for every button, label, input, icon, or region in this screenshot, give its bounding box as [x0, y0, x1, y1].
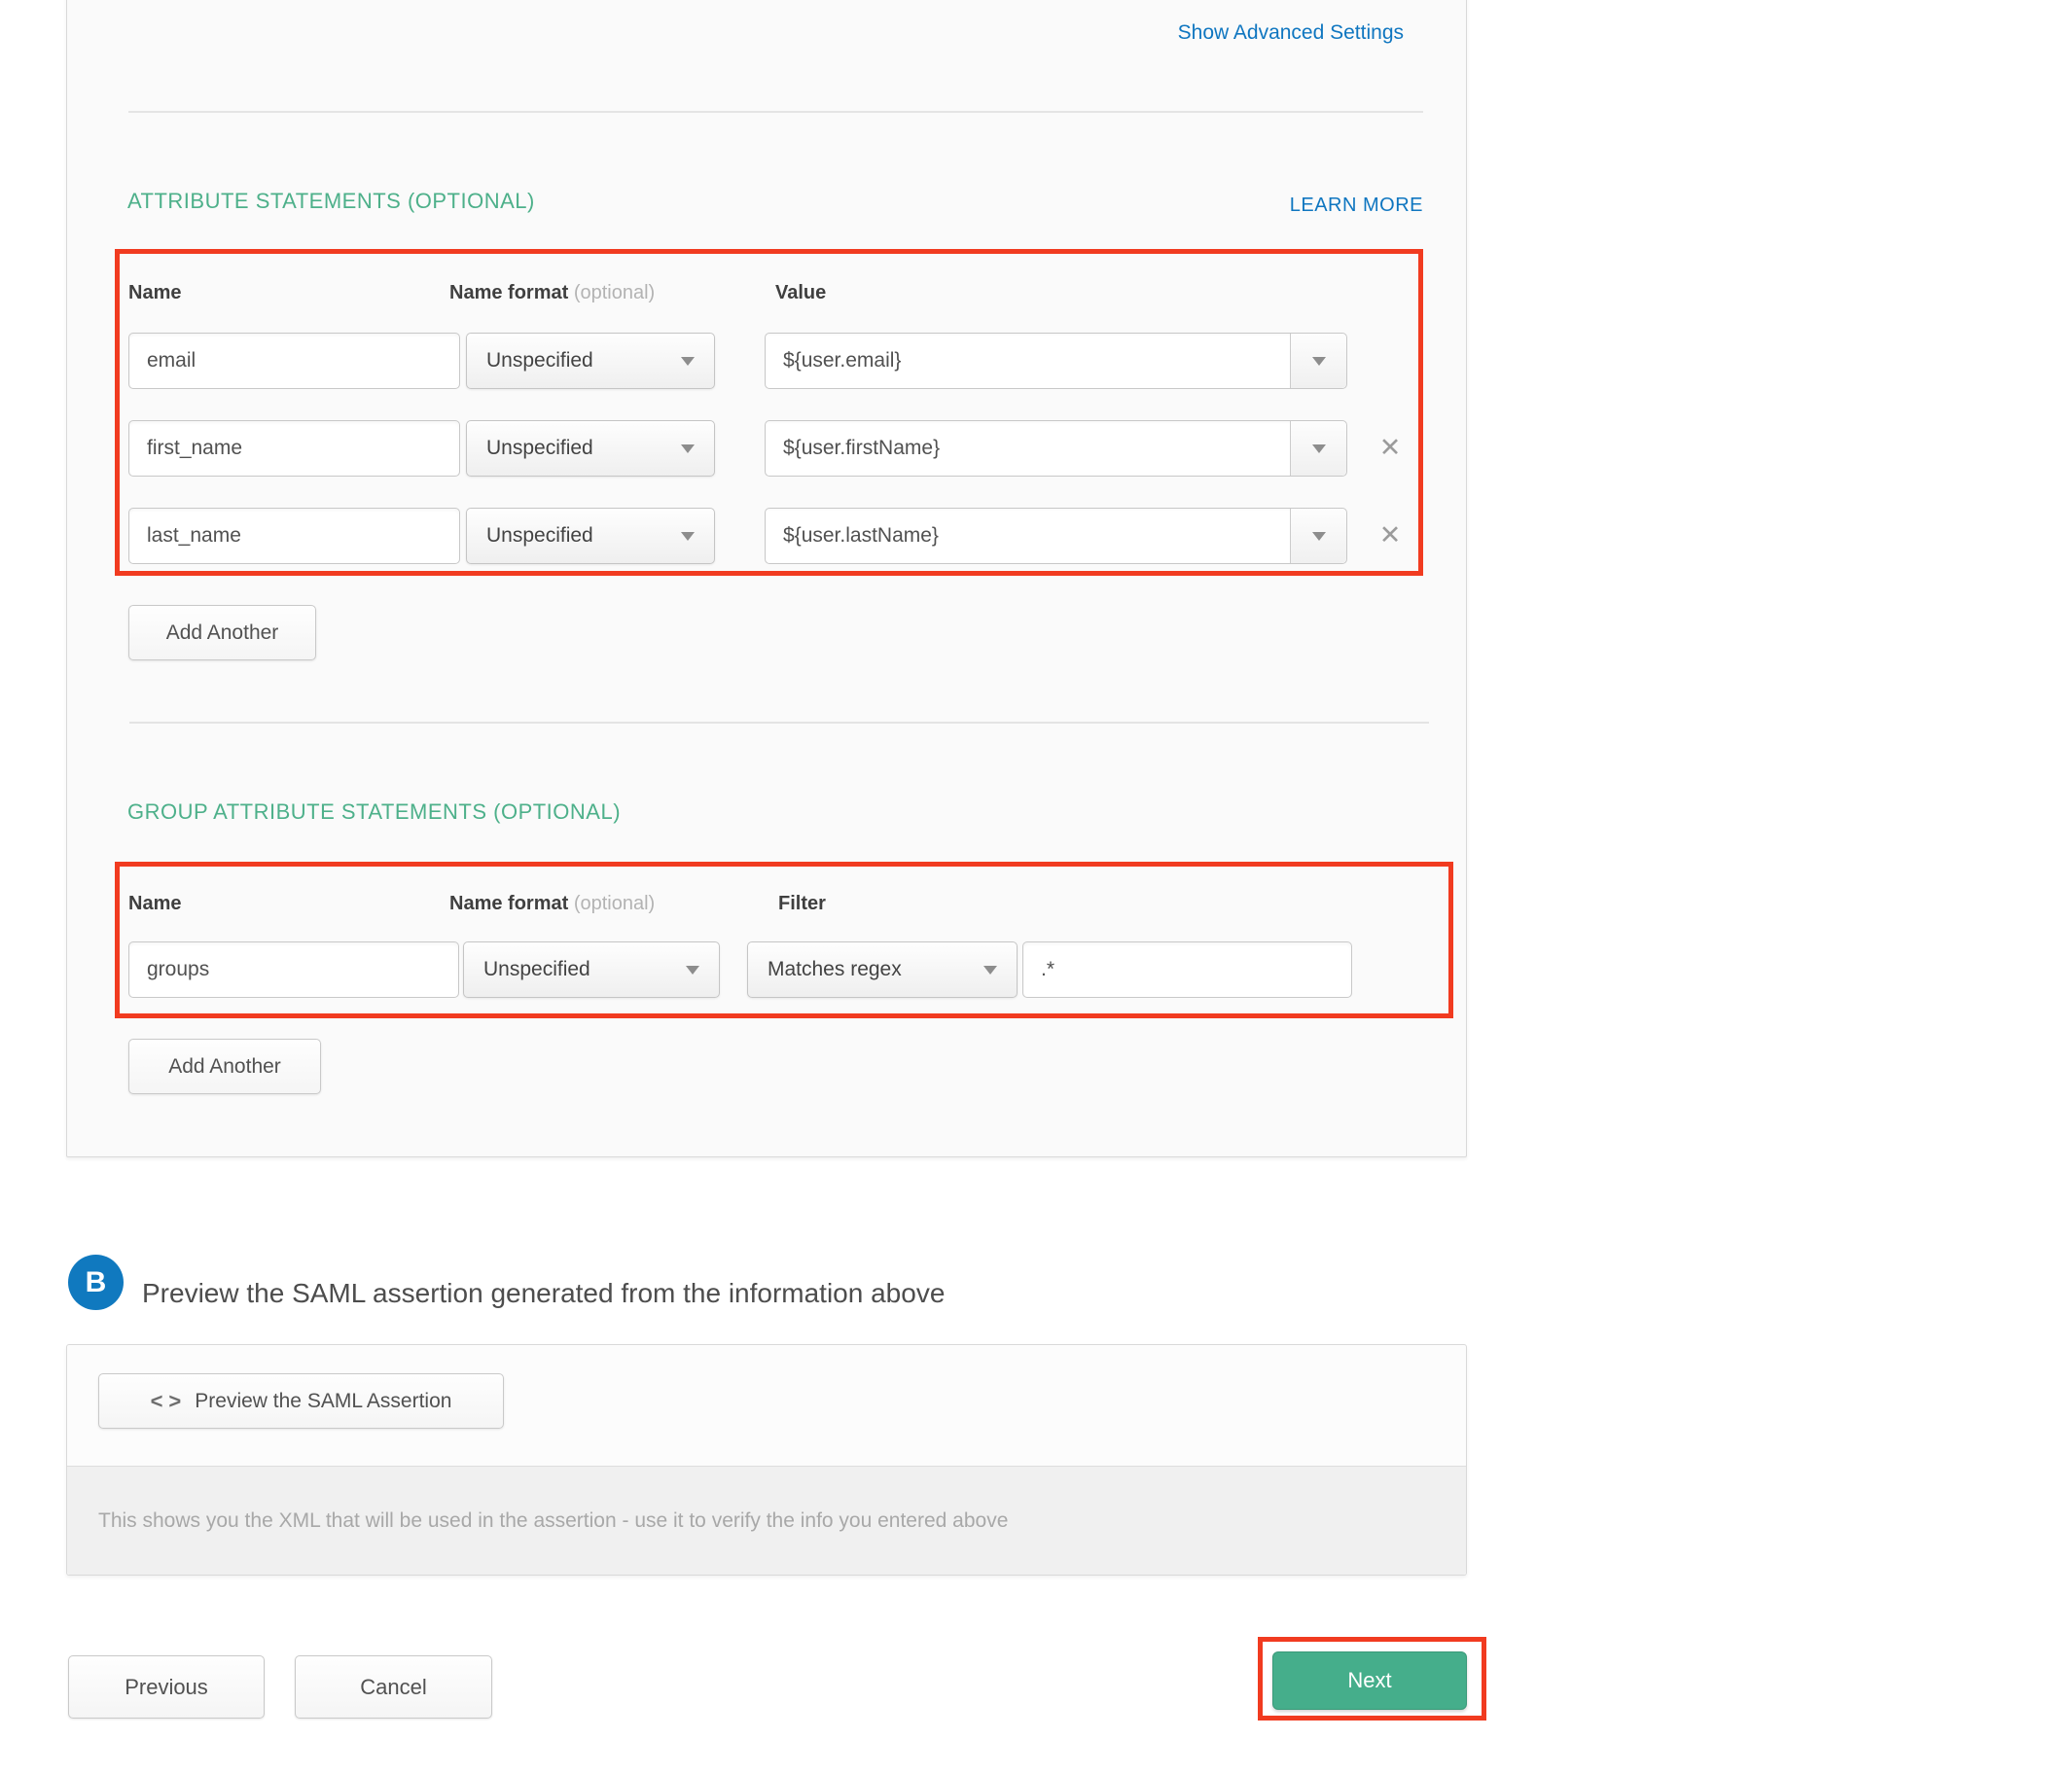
show-advanced-settings-link[interactable]: Show Advanced Settings [1178, 21, 1404, 45]
chevron-down-icon [1312, 357, 1326, 366]
attribute-name-format-select[interactable]: Unspecified [466, 420, 715, 477]
chevron-down-icon [1312, 444, 1326, 453]
step-b-label: Preview the SAML assertion generated fro… [142, 1278, 945, 1309]
chevron-down-icon [681, 444, 695, 453]
attribute-value-dropdown-button[interactable] [1290, 334, 1346, 388]
attribute-name-format-select[interactable]: Unspecified [466, 333, 715, 389]
attribute-value-combobox [765, 420, 1347, 477]
name-format-selected-value: Unspecified [486, 437, 593, 460]
column-header-name: Name [128, 282, 181, 304]
name-format-selected-value: Unspecified [483, 958, 590, 981]
column-header-name-format-label: Name format [449, 893, 568, 914]
saml-settings-page: Show Advanced Settings ATTRIBUTE STATEME… [0, 0, 2072, 1774]
group-attribute-statements-heading: GROUP ATTRIBUTE STATEMENTS (OPTIONAL) [127, 799, 621, 825]
next-button[interactable]: Next [1272, 1651, 1467, 1710]
attribute-name-input[interactable] [128, 333, 460, 389]
chevron-down-icon [686, 966, 699, 975]
attribute-name-input[interactable] [128, 508, 460, 564]
attribute-value-dropdown-button[interactable] [1290, 509, 1346, 563]
attribute-value-combobox [765, 333, 1347, 389]
code-brackets-icon: <> [151, 1389, 188, 1414]
preview-help-text: This shows you the XML that will be used… [98, 1509, 1008, 1533]
attribute-name-input[interactable] [128, 420, 460, 477]
preview-saml-assertion-label: Preview the SAML Assertion [195, 1390, 451, 1413]
chevron-down-icon [983, 966, 997, 975]
column-header-optional-label: (optional) [574, 893, 655, 914]
add-attribute-button[interactable]: Add Another [128, 605, 316, 660]
step-b-badge: B [68, 1255, 124, 1310]
attribute-statements-heading: ATTRIBUTE STATEMENTS (OPTIONAL) [127, 189, 535, 214]
name-format-selected-value: Unspecified [486, 349, 593, 373]
learn-more-link[interactable]: LEARN MORE [1290, 195, 1423, 217]
preview-help-footer: This shows you the XML that will be used… [67, 1466, 1466, 1575]
attribute-name-format-select[interactable]: Unspecified [466, 508, 715, 564]
group-filter-value-input[interactable] [1022, 941, 1352, 998]
group-filter-type-select[interactable]: Matches regex [747, 941, 1018, 998]
column-header-optional-label: (optional) [574, 282, 655, 303]
name-format-selected-value: Unspecified [486, 524, 593, 548]
column-header-name-format: Name format (optional) [449, 282, 655, 304]
column-header-value: Value [775, 282, 826, 304]
column-header-filter: Filter [778, 893, 826, 915]
remove-attribute-button[interactable]: ✕ [1374, 519, 1407, 550]
column-header-name-format: Name format (optional) [449, 893, 655, 915]
chevron-down-icon [681, 532, 695, 541]
attribute-value-combobox [765, 508, 1347, 564]
group-attribute-name-input[interactable] [128, 941, 459, 998]
filter-type-selected-value: Matches regex [768, 958, 902, 981]
attribute-value-dropdown-button[interactable] [1290, 421, 1346, 476]
chevron-down-icon [1312, 532, 1326, 541]
attribute-value-input[interactable] [766, 421, 1290, 476]
section-divider [129, 722, 1429, 724]
column-header-name-format-label: Name format [449, 282, 568, 303]
column-header-name: Name [128, 893, 181, 915]
attribute-value-input[interactable] [766, 509, 1290, 563]
cancel-button[interactable]: Cancel [295, 1655, 492, 1719]
section-divider [128, 111, 1423, 113]
previous-button[interactable]: Previous [68, 1655, 265, 1719]
add-group-attribute-button[interactable]: Add Another [128, 1039, 321, 1094]
group-name-format-select[interactable]: Unspecified [463, 941, 720, 998]
chevron-down-icon [681, 357, 695, 366]
remove-attribute-button[interactable]: ✕ [1374, 432, 1407, 463]
preview-saml-assertion-button[interactable]: <> Preview the SAML Assertion [98, 1373, 504, 1429]
attribute-value-input[interactable] [766, 334, 1290, 388]
